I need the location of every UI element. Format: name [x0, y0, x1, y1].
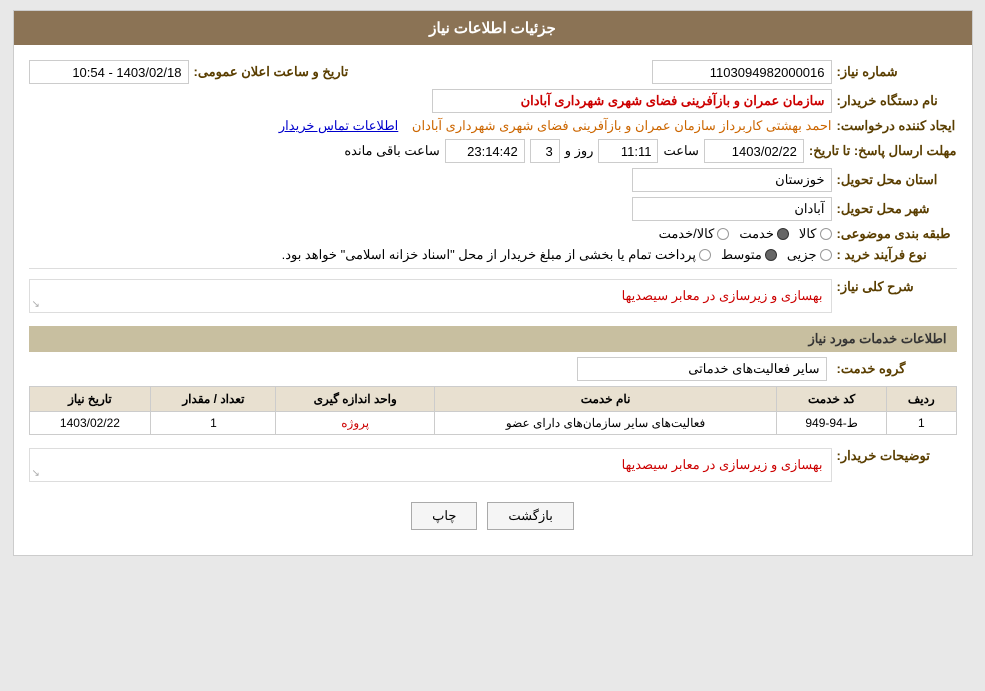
buyer-org-label: نام دستگاه خریدار:	[837, 93, 957, 109]
cell-row: 1	[887, 412, 956, 435]
process-option2-label: متوسط	[721, 247, 762, 263]
deadline-date: 1403/02/22	[704, 139, 804, 163]
deadline-remaining-label: ساعت باقی مانده	[344, 143, 439, 159]
description-value: بهسازی و زیرسازی در معابر سیصدیها	[622, 288, 823, 303]
city-value: آبادان	[632, 197, 832, 221]
deadline-days-label: روز و	[565, 143, 594, 159]
description-label: شرح کلی نیاز:	[837, 274, 957, 295]
process-group: جزیی متوسط پرداخت تمام یا بخشی از مبلغ خ…	[282, 247, 832, 263]
col-name: نام خدمت	[434, 387, 776, 412]
services-section-title: اطلاعات خدمات مورد نیاز	[29, 326, 957, 352]
process-label: نوع فرآیند خرید :	[837, 247, 957, 263]
category-kala[interactable]: کالا	[799, 226, 832, 242]
creator-label: ایجاد کننده درخواست:	[837, 118, 957, 134]
service-group-label: گروه خدمت:	[837, 361, 957, 377]
page-title: جزئیات اطلاعات نیاز	[14, 11, 972, 45]
description-box: بهسازی و زیرسازی در معابر سیصدیها ↘	[29, 279, 832, 313]
contact-info-link[interactable]: اطلاعات تماس خریدار	[279, 118, 398, 134]
table-row: 1 ط-94-949 فعالیت‌های سایر سازمان‌های دا…	[29, 412, 956, 435]
category-khedmat[interactable]: خدمت	[739, 226, 789, 242]
resize-handle: ↘	[32, 299, 40, 310]
category-kala-khedmat[interactable]: کالا/خدمت	[659, 226, 730, 242]
col-unit: واحد اندازه گیری	[276, 387, 435, 412]
deadline-time: 11:11	[598, 139, 658, 163]
radio-kala-icon	[820, 228, 832, 240]
buyer-notes-label: توضیحات خریدار:	[837, 443, 957, 464]
deadline-label: مهلت ارسال پاسخ: تا تاریخ:	[809, 143, 957, 159]
buyer-notes-value: بهسازی و زیرسازی در معابر سیصدیها	[622, 457, 823, 472]
need-number-value: 1103094982000016	[652, 60, 832, 84]
announcement-label: تاریخ و ساعت اعلان عمومی:	[194, 64, 349, 80]
need-number-label: شماره نیاز:	[837, 64, 957, 80]
radio-motevaset-icon	[765, 249, 777, 261]
radio-kala-khedmat-icon	[717, 228, 729, 240]
process-jozii[interactable]: جزیی	[787, 247, 832, 263]
process-option1-label: جزیی	[787, 247, 817, 263]
province-label: استان محل تحویل:	[837, 172, 957, 188]
service-group-value: سایر فعالیت‌های خدماتی	[577, 357, 827, 381]
cell-date: 1403/02/22	[29, 412, 151, 435]
buyer-org-value: سازمان عمران و بازآفرینی فضای شهری شهردا…	[432, 89, 832, 113]
cell-name: فعالیت‌های سایر سازمان‌های دارای عضو	[434, 412, 776, 435]
category-label: طبقه بندی موضوعی:	[837, 226, 957, 242]
announcement-value: 1403/02/18 - 10:54	[29, 60, 189, 84]
city-label: شهر محل تحویل:	[837, 201, 957, 217]
process-motevaset[interactable]: متوسط	[721, 247, 777, 263]
radio-khedmat-icon	[777, 228, 789, 240]
deadline-time-label: ساعت	[663, 143, 698, 159]
radio-jozii-icon	[820, 249, 832, 261]
cell-unit: پروژه	[276, 412, 435, 435]
deadline-remaining: 23:14:42	[445, 139, 525, 163]
creator-value: احمد بهشتی کاربرداز سازمان عمران و بازآف…	[412, 118, 832, 134]
category-option2-label: خدمت	[739, 226, 774, 242]
col-date: تاریخ نیاز	[29, 387, 151, 412]
back-button[interactable]: بازگشت	[487, 502, 573, 530]
col-code: کد خدمت	[777, 387, 887, 412]
bottom-buttons: بازگشت چاپ	[29, 502, 957, 530]
category-option3-label: کالا/خدمت	[659, 226, 715, 242]
notes-resize-handle: ↘	[32, 468, 40, 479]
category-group: کالا خدمت کالا/خدمت	[659, 226, 832, 242]
print-button[interactable]: چاپ	[411, 502, 477, 530]
category-option1-label: کالا	[799, 226, 817, 242]
deadline-days: 3	[530, 139, 560, 163]
radio-asnad-icon	[699, 249, 711, 261]
process-option3-label: پرداخت تمام یا بخشی از مبلغ خریدار از مح…	[282, 247, 696, 263]
col-qty: تعداد / مقدار	[151, 387, 276, 412]
col-row: ردیف	[887, 387, 956, 412]
cell-code: ط-94-949	[777, 412, 887, 435]
buyer-notes-box: بهسازی و زیرسازی در معابر سیصدیها ↘	[29, 448, 832, 482]
process-asnad[interactable]: پرداخت تمام یا بخشی از مبلغ خریدار از مح…	[282, 247, 711, 263]
cell-qty: 1	[151, 412, 276, 435]
services-table: ردیف کد خدمت نام خدمت واحد اندازه گیری ت…	[29, 386, 957, 435]
service-group-row: گروه خدمت: سایر فعالیت‌های خدماتی	[29, 357, 957, 381]
province-value: خوزستان	[632, 168, 832, 192]
